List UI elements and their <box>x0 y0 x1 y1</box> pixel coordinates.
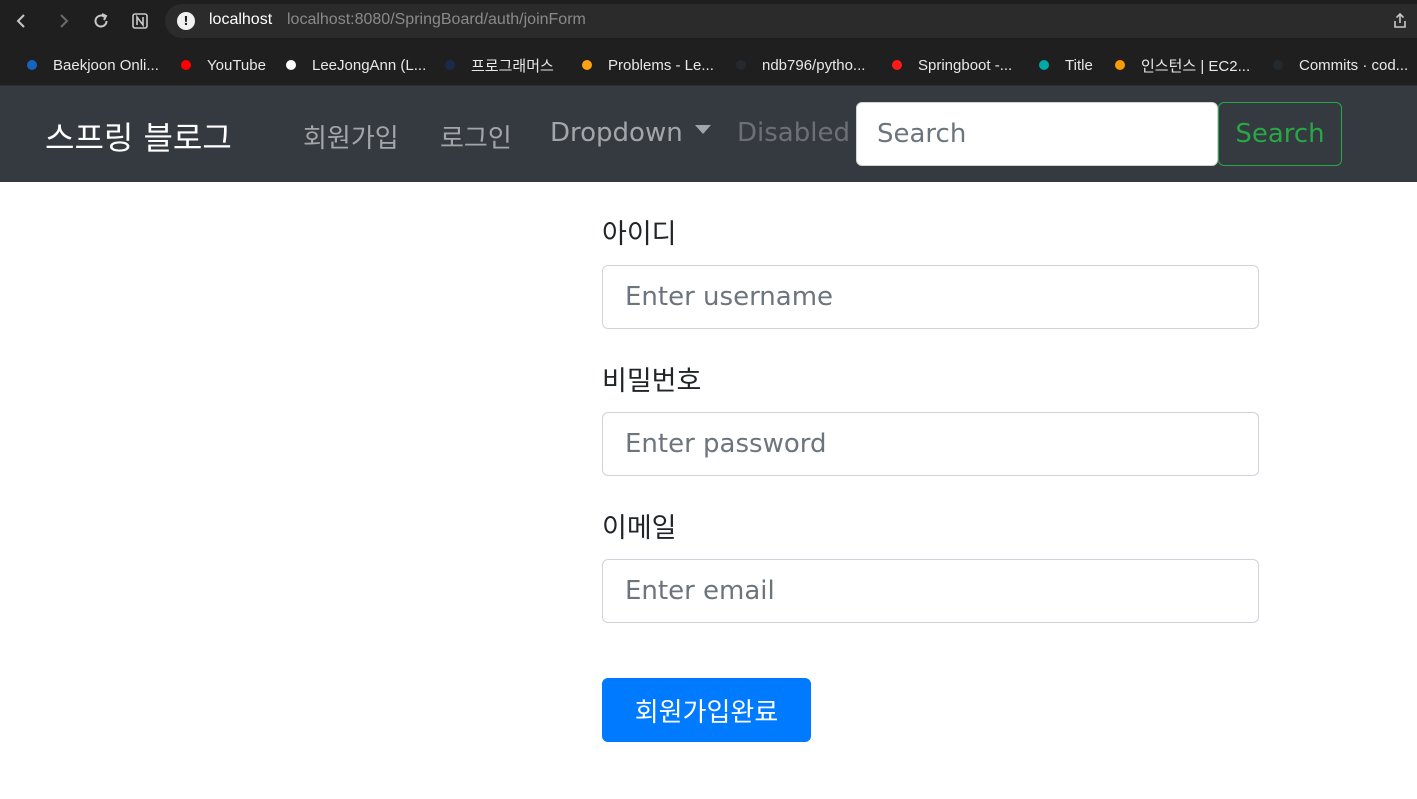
caret-down-icon <box>694 125 711 134</box>
bookmark-item[interactable]: LeeJongAnn (L... <box>286 55 426 75</box>
notion-extension-icon[interactable] <box>127 8 153 34</box>
bookmark-label: Title <box>1065 56 1093 74</box>
bookmark-label: 프로그래머스 <box>471 57 554 75</box>
email-input[interactable] <box>602 559 1259 623</box>
bookmark-item[interactable]: YouTube <box>181 55 266 75</box>
username-label: 아이디 <box>602 219 677 250</box>
bookmarks-bar: Baekjoon Onli... YouTube LeeJongAnn (L..… <box>0 43 1417 86</box>
password-input[interactable] <box>602 412 1259 476</box>
forward-icon[interactable] <box>50 8 76 34</box>
bookmark-item[interactable]: Baekjoon Onli... <box>27 55 159 75</box>
username-input[interactable] <box>602 265 1259 329</box>
bookmark-favicon-icon <box>27 60 37 70</box>
bookmark-label: Commits · cod... <box>1299 56 1409 74</box>
browser-toolbar: ! localhost localhost:8080/SpringBoard/a… <box>0 0 1417 43</box>
signup-submit-button[interactable]: 회원가입완료 <box>602 678 811 742</box>
bookmark-label: Problems - Le... <box>608 56 714 74</box>
email-label: 이메일 <box>602 513 677 544</box>
reload-icon[interactable] <box>88 8 114 34</box>
bookmark-label: ndb796/pytho... <box>762 56 866 74</box>
bookmark-item[interactable]: Title <box>1039 55 1093 75</box>
address-bar[interactable]: ! localhost localhost:8080/SpringBoard/a… <box>165 4 1417 38</box>
back-icon[interactable] <box>9 8 35 34</box>
bookmark-item[interactable]: 프로그래머스 <box>445 55 554 75</box>
bookmark-item[interactable]: Springboot -... <box>892 55 1012 75</box>
bookmark-item[interactable]: Commits · cod... <box>1273 55 1408 75</box>
bookmark-favicon-icon <box>1039 60 1049 70</box>
bookmark-item[interactable]: Problems - Le... <box>582 55 714 75</box>
nav-dropdown-toggle[interactable]: Dropdown <box>550 118 711 148</box>
address-path: localhost:8080/SpringBoard/auth/joinForm <box>287 11 586 28</box>
nav-link-login[interactable]: 로그인 <box>440 118 512 155</box>
password-label: 비밀번호 <box>602 366 702 397</box>
bookmark-favicon-icon <box>1115 60 1125 70</box>
bookmark-label: YouTube <box>207 56 266 74</box>
bookmark-item[interactable]: ndb796/pytho... <box>736 55 865 75</box>
bookmark-favicon-icon <box>1273 60 1283 70</box>
site-info-icon[interactable]: ! <box>177 12 195 30</box>
bookmark-favicon-icon <box>892 60 902 70</box>
bookmark-label: Baekjoon Onli... <box>53 56 159 74</box>
search-button[interactable]: Search <box>1218 102 1342 166</box>
nav-link-disabled: Disabled <box>737 118 850 148</box>
search-input[interactable] <box>856 102 1218 166</box>
share-icon[interactable] <box>1391 12 1409 30</box>
bookmark-favicon-icon <box>582 60 592 70</box>
nav-dropdown-label: Dropdown <box>550 118 683 148</box>
site-navbar: 스프링 블로그 회원가입 로그인 Dropdown Disabled Searc… <box>0 86 1417 182</box>
bookmark-favicon-icon <box>445 60 455 70</box>
bookmark-label: Springboot -... <box>918 56 1013 74</box>
brand-link[interactable]: 스프링 블로그 <box>45 113 232 159</box>
bookmark-favicon-icon <box>181 60 191 70</box>
bookmark-favicon-icon <box>736 60 746 70</box>
address-host: localhost <box>209 11 273 28</box>
bookmark-item[interactable]: 인스턴스 | EC2... <box>1115 55 1250 75</box>
bookmark-label: 인스턴스 | EC2... <box>1141 57 1251 75</box>
bookmark-label: LeeJongAnn (L... <box>312 56 427 74</box>
nav-link-signup[interactable]: 회원가입 <box>303 118 399 155</box>
bookmark-favicon-icon <box>286 60 296 70</box>
